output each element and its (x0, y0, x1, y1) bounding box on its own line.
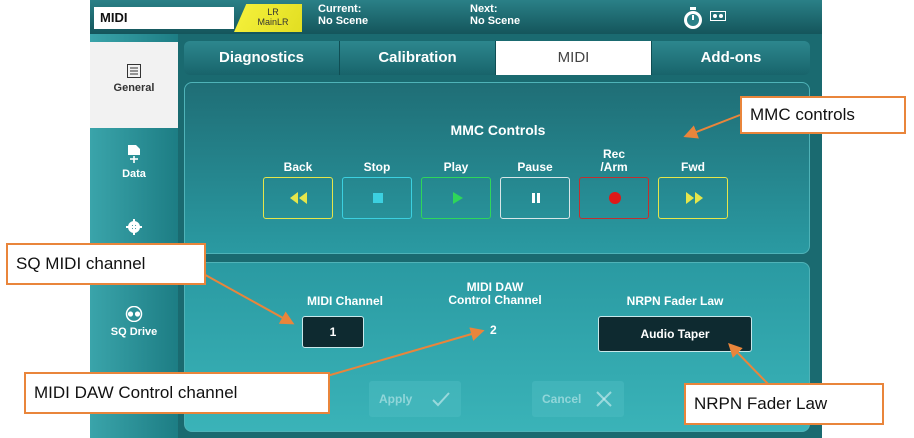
mmc-controls-title: MMC Controls (450, 122, 546, 138)
play-icon (453, 192, 463, 204)
sidebar-item-data[interactable]: Data (90, 128, 178, 214)
check-icon (432, 392, 450, 407)
fast-forward-icon (686, 192, 703, 204)
back-button[interactable] (263, 177, 333, 219)
screen-title: MIDI (94, 7, 234, 29)
apply-button[interactable]: Apply (369, 381, 461, 417)
pause-button[interactable] (500, 177, 570, 219)
fwd-label: Fwd (681, 160, 705, 174)
current-scene-key: Current: (318, 3, 362, 15)
stop-label: Stop (363, 160, 391, 174)
mmc-controls-panel: MMC Controls Back Stop Play Pause Rec /A… (184, 82, 810, 254)
stopwatch-icon[interactable] (682, 6, 704, 30)
callout-nrpn-fader-law: NRPN Fader Law (684, 383, 884, 425)
next-scene[interactable]: Next: No Scene (470, 3, 520, 27)
tape-reel-icon (125, 306, 143, 322)
apply-label: Apply (379, 392, 413, 406)
tab-diagnostics[interactable]: Diagnostics (184, 41, 340, 75)
sidebar-item-label: Data (122, 168, 146, 180)
record-icon (609, 192, 621, 204)
callout-sq-midi-channel: SQ MIDI channel (6, 243, 206, 285)
top-bar: MIDI LR MainLR Current: No Scene Next: N… (90, 0, 822, 34)
screenshot-stage: MIDI LR MainLR Current: No Scene Next: N… (0, 0, 914, 438)
usb-file-icon (128, 145, 140, 163)
tab-calibration[interactable]: Calibration (340, 41, 496, 75)
sidebar-item-general[interactable]: General (90, 42, 178, 128)
nrpn-fader-law-label: NRPN Fader Law (626, 294, 724, 308)
list-icon (127, 64, 141, 78)
cancel-button[interactable]: Cancel (532, 381, 624, 417)
back-label: Back (283, 160, 313, 174)
rec-arm-label: Rec /Arm (600, 147, 628, 174)
callout-mmc-controls: MMC controls (740, 96, 906, 134)
current-scene[interactable]: Current: No Scene (318, 3, 368, 27)
pause-label: Pause (517, 160, 553, 174)
rewind-icon (290, 192, 307, 204)
play-label: Play (443, 160, 469, 174)
midi-channel-field[interactable]: 1 (302, 316, 364, 348)
stop-icon (373, 193, 383, 203)
callout-daw-control-channel: MIDI DAW Control channel (24, 372, 330, 414)
mix-subname: MainLR (257, 17, 289, 27)
sidebar-item-label: SQ Drive (110, 326, 158, 338)
next-scene-key: Next: (470, 3, 498, 15)
fast-forward-button[interactable] (658, 177, 728, 219)
tab-bar: Diagnostics Calibration MIDI Add-ons (184, 41, 810, 75)
mix-selector[interactable]: LR MainLR (234, 4, 302, 32)
daw-channel-label: MIDI DAW Control Channel (415, 281, 575, 307)
sidebar-item-label: General (113, 82, 155, 94)
current-scene-value: No Scene (318, 15, 369, 27)
daw-channel-label-line2: Control Channel (448, 293, 542, 307)
tape-icon[interactable] (710, 11, 726, 21)
midi-channel-label: MIDI Channel (306, 294, 383, 308)
pause-icon (532, 193, 540, 203)
gear-icon (126, 219, 142, 235)
next-scene-value: No Scene (470, 15, 521, 27)
record-arm-button[interactable] (579, 177, 649, 219)
daw-channel-value: 2 (490, 323, 497, 337)
close-icon (596, 391, 612, 407)
tab-add-ons[interactable]: Add-ons (652, 41, 810, 75)
play-button[interactable] (421, 177, 491, 219)
nrpn-fader-law-field[interactable]: Audio Taper (598, 316, 752, 352)
cancel-label: Cancel (542, 392, 582, 406)
tab-midi[interactable]: MIDI (496, 41, 652, 75)
mix-name: LR (267, 7, 279, 17)
stop-button[interactable] (342, 177, 412, 219)
